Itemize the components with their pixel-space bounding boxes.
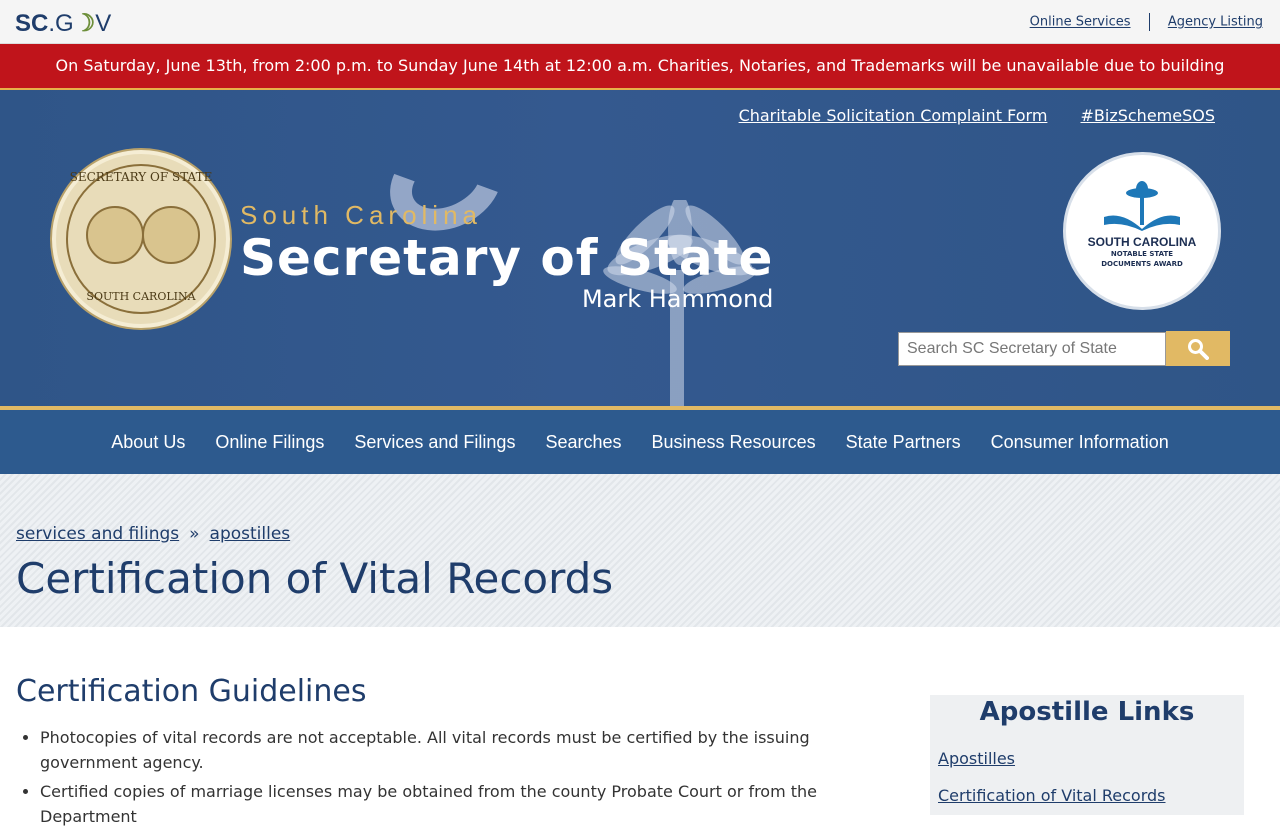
maintenance-alert: On Saturday, June 13th, from 2:00 p.m. t… xyxy=(0,44,1280,119)
book-palmetto-icon xyxy=(1104,181,1180,231)
nav-about-us[interactable]: About Us xyxy=(111,432,185,453)
site-title[interactable]: South Carolina Secretary of State Mark H… xyxy=(240,200,773,313)
apostille-links-sidebar: Apostille Links Apostilles Certification… xyxy=(930,695,1244,815)
seal-palmetto-emblem xyxy=(86,206,144,264)
sidebar-link-apostilles[interactable]: Apostilles xyxy=(938,749,1244,768)
sidebar-title: Apostille Links xyxy=(979,697,1195,727)
online-services-link[interactable]: Online Services xyxy=(1030,15,1131,30)
agency-listing-link[interactable]: Agency Listing xyxy=(1168,15,1263,30)
list-item: Certified copies of marriage licenses ma… xyxy=(40,779,876,829)
nav-consumer-information[interactable]: Consumer Information xyxy=(991,432,1169,453)
section-heading: Certification Guidelines xyxy=(16,674,367,709)
nav-searches[interactable]: Searches xyxy=(545,432,621,453)
sc-gov-logo[interactable]: SC.G☽V xyxy=(15,9,111,38)
main-navigation: About Us Online Filings Services and Fil… xyxy=(0,410,1280,474)
crescent-icon: ☽ xyxy=(73,10,96,37)
header-links: Charitable Solicitation Complaint Form #… xyxy=(711,106,1215,125)
divider xyxy=(1148,13,1150,31)
nav-state-partners[interactable]: State Partners xyxy=(846,432,961,453)
notable-documents-award-badge[interactable]: SOUTH CAROLINA NOTABLE STATE DOCUMENTS A… xyxy=(1063,152,1221,310)
search-icon xyxy=(1188,338,1209,360)
breadcrumb-services-and-filings[interactable]: services and filings xyxy=(16,524,179,544)
search-input[interactable] xyxy=(898,332,1166,366)
guidelines-list: Photocopies of vital records are not acc… xyxy=(16,725,876,829)
breadcrumb-separator: » xyxy=(189,524,200,544)
breadcrumb: services and filings » apostilles xyxy=(16,524,290,544)
page-title: Certification of Vital Records xyxy=(16,554,614,603)
list-item: Photocopies of vital records are not acc… xyxy=(40,725,876,775)
nav-services-and-filings[interactable]: Services and Filings xyxy=(354,432,515,453)
search-button[interactable] xyxy=(1166,331,1230,366)
main-content: Certification Guidelines Photocopies of … xyxy=(16,674,876,833)
top-utility-bar: SC.G☽V Online Services Agency Listing xyxy=(0,0,1280,44)
utility-links: Online Services Agency Listing xyxy=(1030,13,1263,31)
seal-figure-emblem xyxy=(142,206,200,264)
page-title-band: services and filings » apostilles Certific… xyxy=(0,474,1280,627)
complaint-form-link[interactable]: Charitable Solicitation Complaint Form xyxy=(739,106,1048,125)
site-header: Charitable Solicitation Complaint Form #… xyxy=(0,90,1280,406)
bizscheme-link[interactable]: #BizSchemeSOS xyxy=(1081,106,1216,125)
breadcrumb-apostilles[interactable]: apostilles xyxy=(210,524,291,544)
nav-business-resources[interactable]: Business Resources xyxy=(652,432,816,453)
state-seal[interactable]: SECRETARY OF STATE SOUTH CAROLINA xyxy=(52,150,230,328)
nav-online-filings[interactable]: Online Filings xyxy=(215,432,324,453)
sidebar-link-vital-records[interactable]: Certification of Vital Records xyxy=(938,786,1244,805)
